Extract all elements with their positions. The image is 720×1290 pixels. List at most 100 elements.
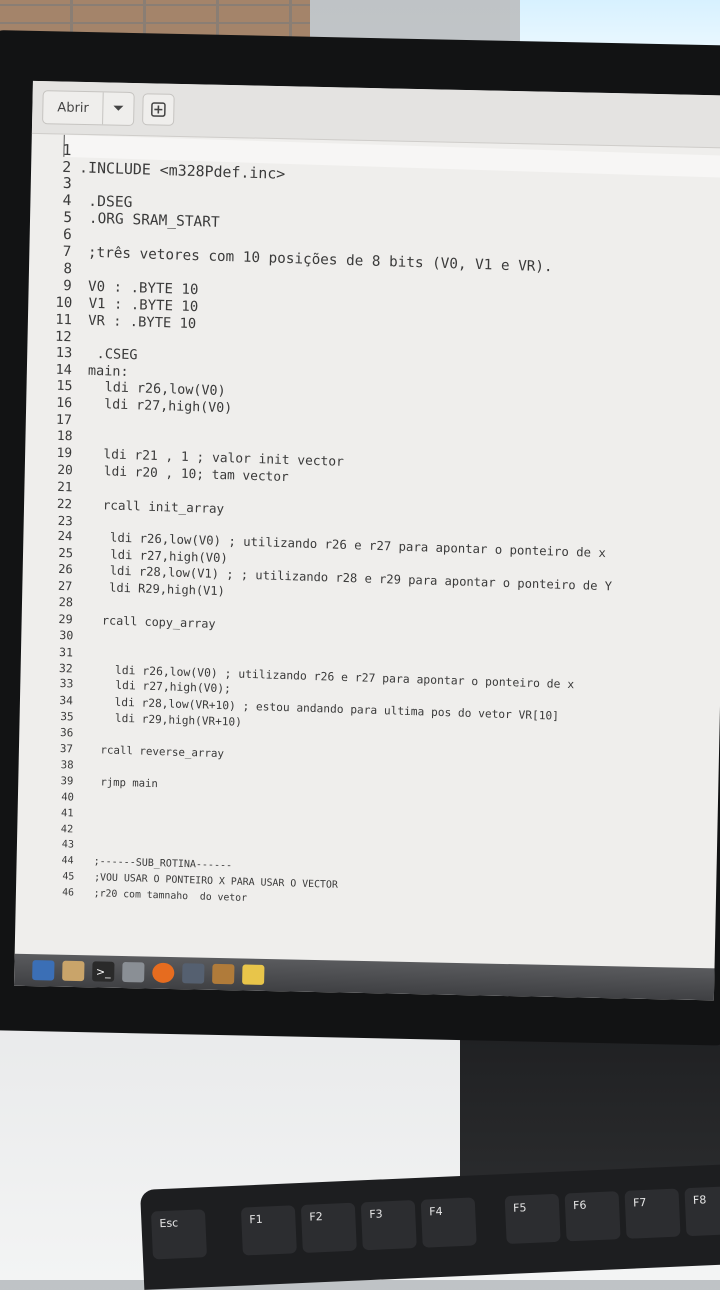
line-number: 11	[42, 311, 72, 328]
line-number: 4	[41, 192, 71, 210]
code-line: 8	[29, 260, 80, 278]
gauge-icon[interactable]	[32, 960, 54, 980]
line-number: 5	[42, 209, 72, 226]
code-text: ;------SUB_ROTINA------	[73, 856, 232, 872]
code-text: ldi r27,high(V0)	[73, 546, 228, 565]
calculator-icon[interactable]	[182, 963, 204, 983]
key-f7: F7	[624, 1189, 680, 1239]
line-number: 9	[42, 277, 72, 294]
code-line: 40	[18, 790, 82, 804]
line-number: 30	[43, 628, 73, 643]
code-text: .DSEG	[71, 193, 132, 212]
firefox-icon[interactable]	[152, 963, 174, 983]
line-number: 27	[42, 578, 72, 593]
code-text: ldi r27,high(V0);	[73, 678, 231, 696]
line-number: 21	[42, 479, 72, 495]
code-line: 39 rjmp main	[18, 773, 158, 789]
key-f6: F6	[565, 1191, 621, 1241]
code-line: 23	[24, 512, 81, 529]
code-line: 7 ;três vetores com 10 posições de 8 bit…	[29, 243, 553, 275]
code-line: 42	[17, 822, 81, 836]
line-number: 25	[43, 545, 73, 560]
line-number: 33	[43, 677, 73, 691]
line-number: 38	[43, 758, 73, 772]
key-f4: F4	[421, 1197, 477, 1247]
line-number: 13	[42, 345, 72, 362]
archive-icon[interactable]	[212, 964, 234, 984]
line-number: 7	[41, 243, 71, 260]
code-text: rcall copy_array	[73, 612, 216, 630]
code-text: ldi r29,high(VR+10)	[73, 710, 241, 728]
line-number: 19	[42, 445, 72, 461]
key-f8: F8	[684, 1186, 720, 1236]
key-esc: Esc	[151, 1209, 207, 1259]
line-number: 35	[44, 709, 74, 723]
code-line: 41	[18, 806, 82, 820]
line-number: 10	[42, 294, 72, 311]
chevron-down-icon[interactable]	[103, 92, 135, 125]
line-number: 42	[43, 823, 73, 836]
save-icon[interactable]	[122, 962, 144, 982]
code-text: ldi R29,high(V1)	[72, 579, 225, 598]
line-number: 40	[44, 790, 74, 803]
line-number: 23	[43, 512, 73, 528]
code-text: .CSEG	[72, 346, 138, 364]
terminal-icon[interactable]: >_	[92, 961, 114, 981]
line-number: 45	[44, 871, 74, 883]
text-editor-icon[interactable]	[242, 964, 264, 984]
code-line: 46 ;r20 com tamnaho do vetor	[16, 886, 247, 904]
key-f5: F5	[505, 1194, 561, 1244]
code-editor[interactable]: 12.INCLUDE <m328Pdef.inc>34 .DSEG5 .ORG …	[15, 134, 720, 976]
code-line: 44 ;------SUB_ROTINA------	[17, 854, 233, 872]
line-number: 1	[41, 140, 71, 159]
line-number: 43	[44, 839, 74, 851]
line-number: 16	[42, 395, 72, 411]
code-line: 36	[19, 725, 81, 740]
line-number: 37	[43, 742, 73, 756]
code-line: 12	[27, 327, 79, 345]
plus-box-icon[interactable]	[142, 93, 175, 126]
line-number: 22	[42, 495, 72, 511]
line-number: 8	[42, 260, 72, 277]
code-text: ;r20 com tamnaho do vetor	[74, 888, 247, 904]
code-text: rcall init_array	[72, 496, 224, 516]
code-text: main:	[72, 363, 129, 381]
line-number: 32	[43, 660, 73, 675]
line-number: 14	[42, 362, 72, 379]
line-number: 24	[42, 529, 72, 544]
line-number: 6	[42, 226, 72, 243]
code-text: VR : .BYTE 10	[72, 312, 197, 332]
line-number: 36	[43, 726, 73, 740]
code-text: .ORG SRAM_START	[72, 210, 220, 231]
line-number: 12	[41, 328, 71, 345]
code-text: ;três vetores com 10 posições de 8 bits …	[71, 244, 553, 275]
line-number: 46	[44, 887, 74, 899]
key-f3: F3	[361, 1200, 417, 1250]
code-line: 28	[22, 594, 81, 610]
code-line: 17	[26, 411, 80, 428]
code-line: 6	[30, 226, 80, 244]
code-text: rjmp main	[73, 775, 158, 790]
line-number: 34	[43, 693, 73, 707]
code-line: 31	[21, 643, 81, 659]
code-text: ldi r27,high(V0)	[72, 396, 232, 416]
line-number: 29	[43, 611, 73, 626]
open-button[interactable]: Abrir	[43, 100, 103, 116]
code-text: rcall reverse_array	[73, 743, 224, 761]
folder-icon[interactable]	[62, 961, 84, 981]
code-line: 18	[25, 428, 80, 445]
key-f2: F2	[301, 1203, 357, 1253]
code-line: 3	[31, 174, 80, 193]
key-f1: F1	[241, 1205, 297, 1255]
line-number: 28	[43, 595, 73, 610]
line-number: 26	[43, 562, 73, 577]
line-number: 31	[43, 644, 73, 659]
code-line: 30	[21, 627, 81, 643]
line-number: 41	[43, 806, 73, 819]
line-number: 18	[42, 429, 72, 445]
line-number: 44	[44, 855, 74, 867]
code-line: 43	[17, 838, 82, 851]
line-number: 15	[42, 378, 72, 394]
line-number: 20	[43, 462, 73, 478]
code-line: 21	[24, 478, 80, 495]
